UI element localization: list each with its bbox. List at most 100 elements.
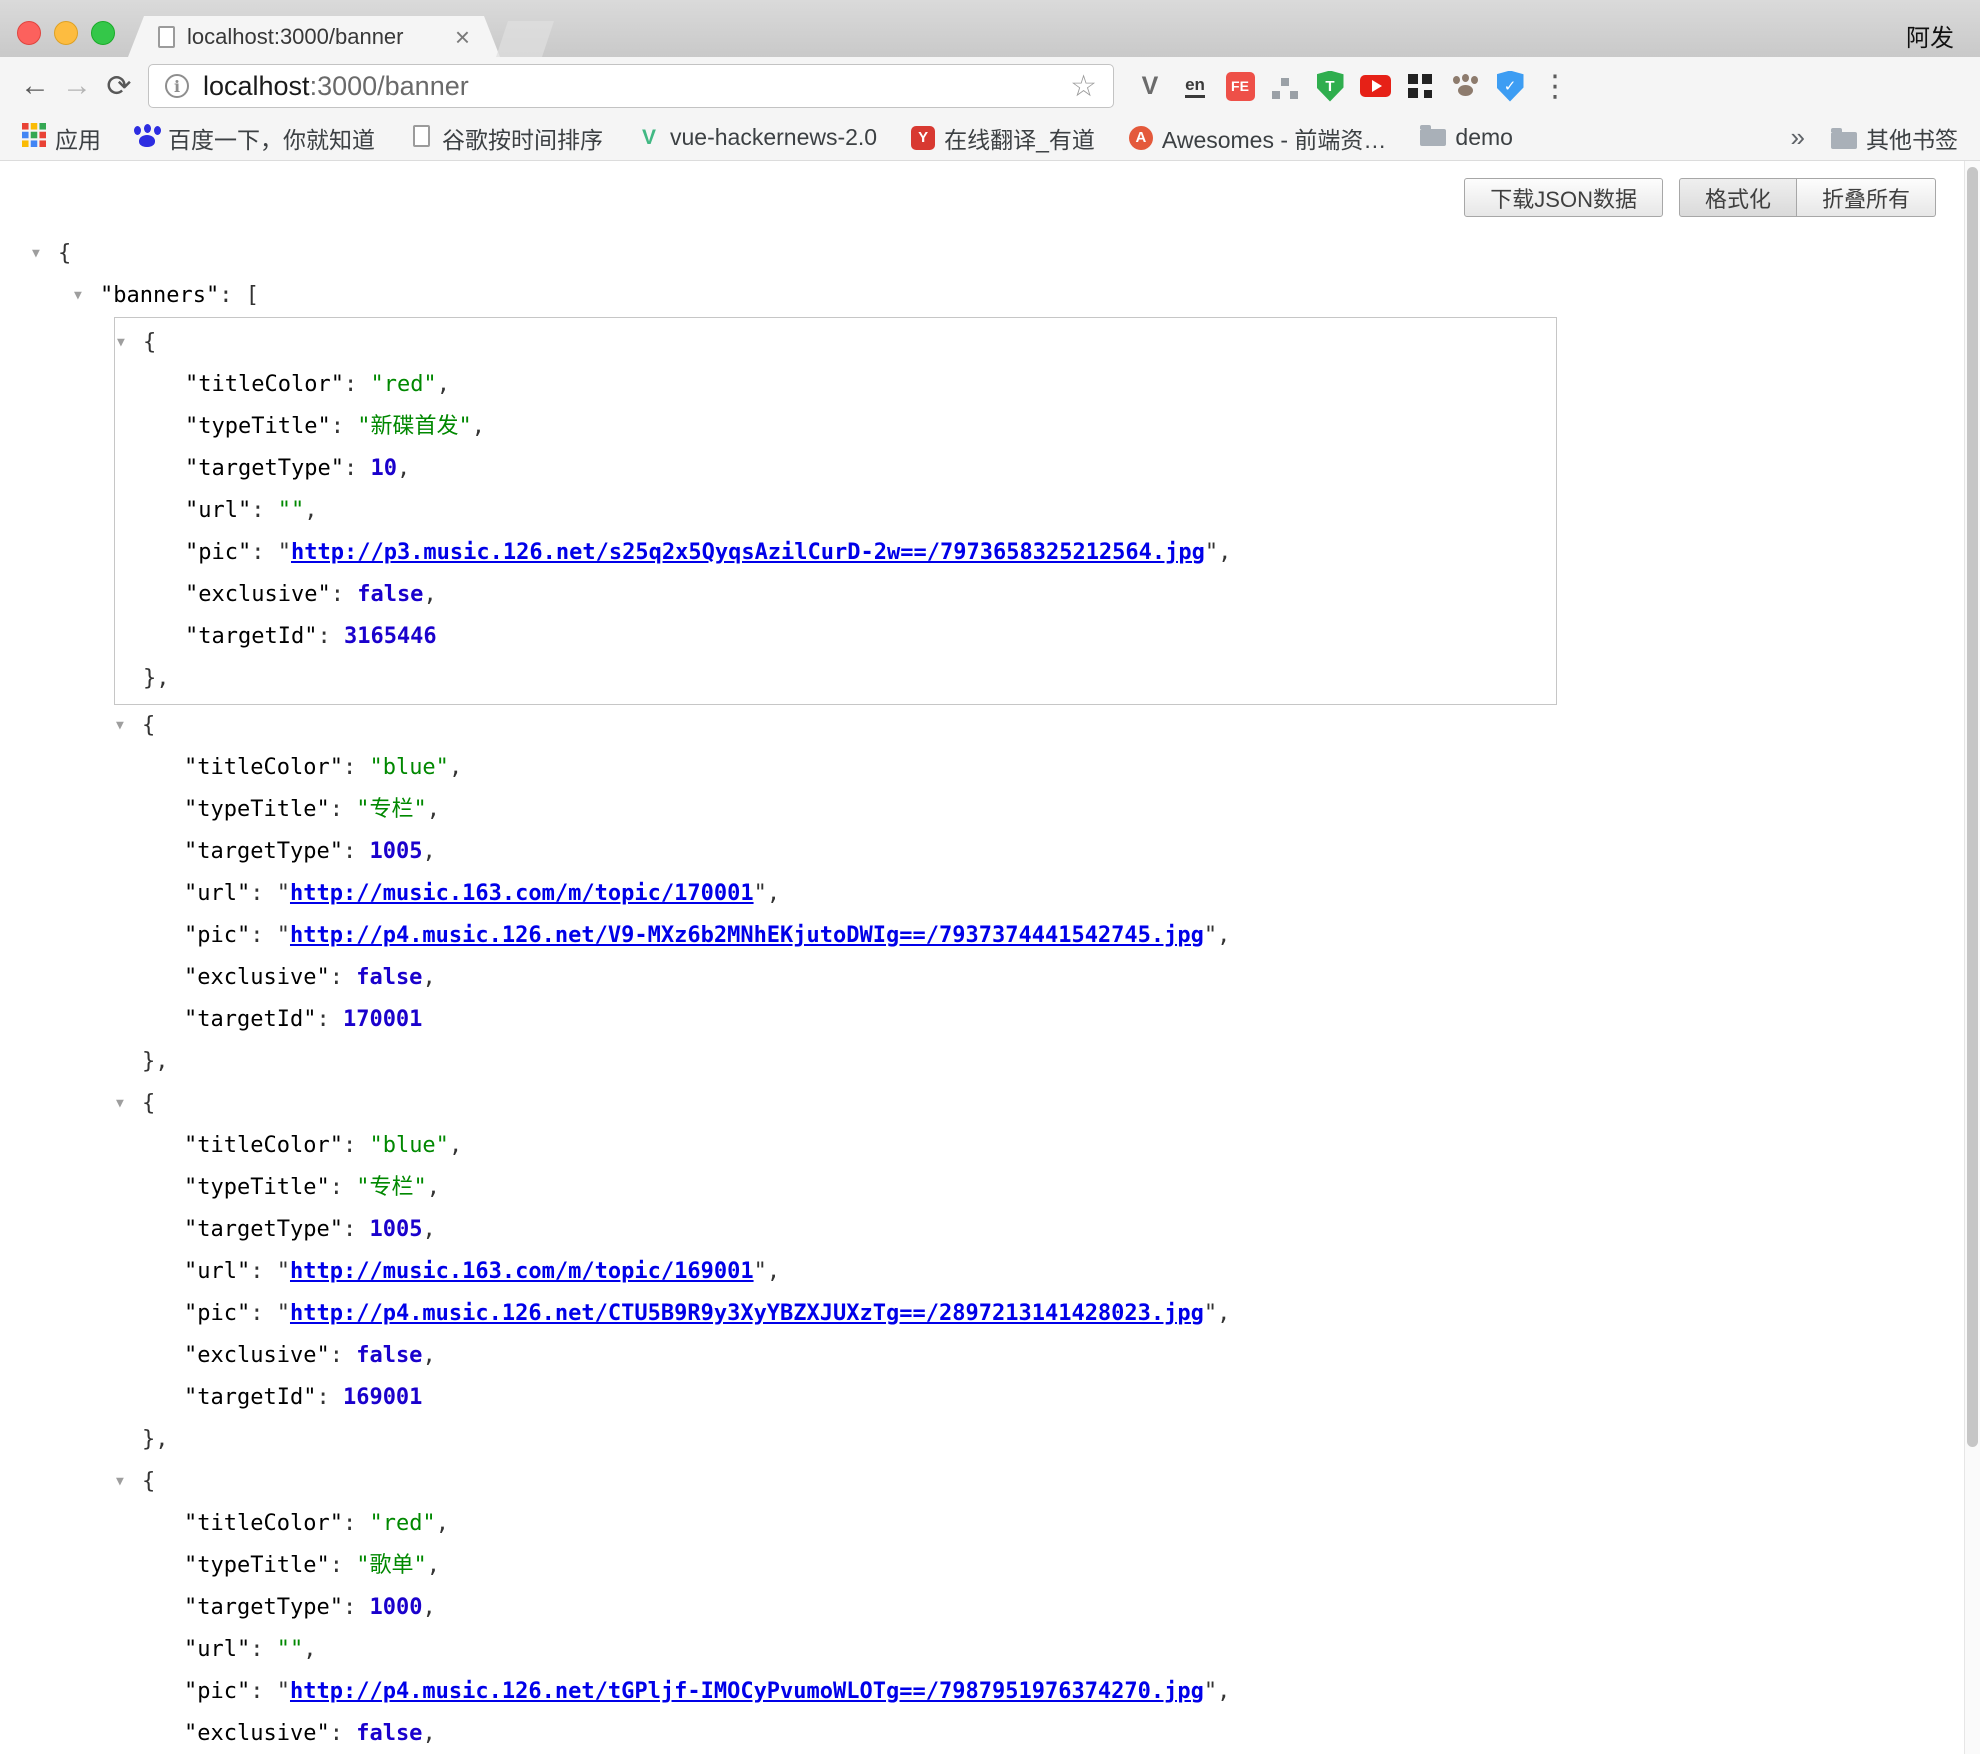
json-line: "targetId": 169001 (0, 1377, 1980, 1419)
fe-extension-icon[interactable]: FE (1222, 68, 1258, 104)
window-controls (17, 21, 115, 45)
collapse-toggle-icon[interactable]: ▼ (32, 233, 40, 275)
youtube-extension-icon[interactable] (1357, 68, 1393, 104)
other-bookmarks-folder[interactable]: 其他书签 (1831, 121, 1958, 155)
collapse-toggle-icon[interactable]: ▼ (117, 322, 125, 364)
json-line: "targetType": 1005, (0, 831, 1980, 873)
json-link[interactable]: http://music.163.com/m/topic/170001 (290, 881, 754, 906)
collapse-toggle-icon[interactable]: ▼ (116, 1083, 124, 1125)
bookmark-item[interactable]: 百度一下，你就知道 (135, 121, 375, 155)
json-line: "url": "", (115, 490, 1556, 532)
folder-icon (1831, 132, 1857, 149)
json-line: "typeTitle": "专栏", (0, 789, 1980, 831)
json-line: "titleColor": "blue", (0, 747, 1980, 789)
json-line: "targetType": 1005, (0, 1209, 1980, 1251)
fullscreen-window-button[interactable] (91, 21, 115, 45)
json-line: "targetId": 3165446 (115, 616, 1556, 658)
bookmark-star-icon[interactable]: ☆ (1070, 69, 1097, 104)
json-line: "url": "http://music.163.com/m/topic/170… (0, 873, 1980, 915)
shield-t-extension-icon[interactable]: T (1312, 68, 1348, 104)
json-link[interactable]: http://p4.music.126.net/CTU5B9R9y3XyYBZX… (290, 1301, 1204, 1326)
bookmark-item[interactable]: Y在线翻译_有道 (911, 121, 1095, 155)
json-line: ▼{ (0, 705, 1980, 747)
json-tree: ▼{▼"banners": [▼{"titleColor": "red","ty… (0, 233, 1980, 1754)
json-line: ▼{ (115, 322, 1556, 364)
json-line: ▼{ (0, 233, 1980, 275)
nav-bar: ← → ⟳ i localhost:3000/banner ☆ VenFET✓ … (0, 57, 1980, 115)
json-line: "typeTitle": "专栏", (0, 1167, 1980, 1209)
profile-name: 阿发 (1906, 18, 1954, 53)
vue-icon: V (637, 126, 661, 150)
json-line: "targetType": 1000, (0, 1587, 1980, 1629)
bookmark-item[interactable]: 谷歌按时间排序 (409, 121, 603, 155)
collapse-toggle-icon[interactable]: ▼ (116, 705, 124, 747)
forward-icon[interactable]: → (56, 69, 98, 103)
page-info-icon[interactable]: i (165, 74, 189, 98)
page-content: 下载JSON数据 格式化 折叠所有 ▼{▼"banners": [▼{"titl… (0, 161, 1980, 1753)
json-line: "targetId": 170001 (0, 999, 1980, 1041)
format-button-group: 格式化 折叠所有 (1679, 178, 1936, 217)
json-line: "exclusive": false, (0, 1713, 1980, 1754)
tab-title: localhost:3000/banner (187, 24, 443, 50)
json-line: "pic": "http://p4.music.126.net/CTU5B9R9… (0, 1293, 1980, 1335)
paw-extension-icon[interactable] (1447, 68, 1483, 104)
format-button[interactable]: 格式化 (1679, 178, 1797, 217)
json-line: ▼{ (0, 1461, 1980, 1503)
json-link[interactable]: http://p4.music.126.net/tGPljf-IMOCyPvum… (290, 1679, 1204, 1704)
title-bar: localhost:3000/banner × 阿发 (0, 0, 1980, 57)
json-line: "url": "http://music.163.com/m/topic/169… (0, 1251, 1980, 1293)
json-line: }, (0, 1041, 1980, 1083)
json-line: "pic": "http://p4.music.126.net/tGPljf-I… (0, 1671, 1980, 1713)
json-line: "titleColor": "red", (0, 1503, 1980, 1545)
page-icon (409, 124, 433, 152)
url-text[interactable]: localhost:3000/banner (203, 71, 1056, 102)
bookmarks-items: 应用百度一下，你就知道谷歌按时间排序 Vvue-hackernews-2.0 Y在线… (22, 121, 1513, 155)
json-link[interactable]: http://music.163.com/m/topic/169001 (290, 1259, 754, 1284)
highlighted-json-object: ▼{"titleColor": "red","typeTitle": "新碟首发… (114, 317, 1557, 705)
json-link[interactable]: http://p3.music.126.net/s25q2x5QyqsAzilC… (291, 540, 1205, 565)
bookmarks-overflow-icon[interactable]: » (1791, 122, 1805, 153)
baidu-icon (135, 124, 159, 152)
browser-window: localhost:3000/banner × 阿发 ← → ⟳ i local… (0, 0, 1980, 1754)
scrollbar[interactable] (1964, 161, 1980, 1754)
reload-icon[interactable]: ⟳ (98, 69, 140, 104)
bookmark-item[interactable]: demo (1420, 124, 1513, 151)
collapse-toggle-icon[interactable]: ▼ (74, 275, 82, 317)
youdao-icon: Y (911, 126, 935, 150)
json-line: "exclusive": false, (0, 957, 1980, 999)
bookmark-item[interactable]: 应用 (22, 121, 101, 155)
json-line: }, (0, 1419, 1980, 1461)
bookmark-item[interactable]: AAwesomes - 前端资… (1129, 121, 1387, 155)
json-line: "pic": "http://p4.music.126.net/V9-MXz6b… (0, 915, 1980, 957)
json-line: "pic": "http://p3.music.126.net/s25q2x5Q… (115, 532, 1556, 574)
back-icon[interactable]: ← (14, 69, 56, 103)
json-line: ▼{ (0, 1083, 1980, 1125)
json-line: ▼"banners": [ (0, 275, 1980, 317)
json-line: "exclusive": false, (0, 1335, 1980, 1377)
qrcode-extension-icon[interactable] (1402, 68, 1438, 104)
json-link[interactable]: http://p4.music.126.net/V9-MXz6b2MNhEKju… (290, 923, 1204, 948)
address-bar[interactable]: i localhost:3000/banner ☆ (148, 64, 1114, 108)
json-actions: 下载JSON数据 格式化 折叠所有 (0, 161, 1980, 217)
collapse-toggle-icon[interactable]: ▼ (116, 1461, 124, 1503)
bookmark-item[interactable]: Vvue-hackernews-2.0 (637, 124, 877, 151)
vimium-extension-icon[interactable]: V (1132, 68, 1168, 104)
new-tab-button[interactable] (496, 21, 554, 57)
extensions-row: VenFE T ✓ (1132, 68, 1528, 104)
json-line: }, (115, 658, 1556, 700)
tab-close-icon[interactable]: × (455, 24, 470, 50)
browser-tab[interactable]: localhost:3000/banner × (128, 16, 500, 57)
org-extension-icon[interactable] (1267, 68, 1303, 104)
browser-menu-icon[interactable]: ⋮ (1540, 69, 1570, 104)
download-json-button[interactable]: 下载JSON数据 (1464, 178, 1663, 217)
apps-grid-icon (22, 123, 46, 152)
translate-extension-icon[interactable]: en (1177, 68, 1213, 104)
collapse-all-button[interactable]: 折叠所有 (1797, 178, 1936, 217)
close-window-button[interactable] (17, 21, 41, 45)
minimize-window-button[interactable] (54, 21, 78, 45)
folder-icon (1420, 124, 1446, 151)
scrollbar-thumb[interactable] (1967, 167, 1978, 1447)
json-line: "typeTitle": "歌单", (0, 1545, 1980, 1587)
shield-check-extension-icon[interactable]: ✓ (1492, 68, 1528, 104)
page-favicon-icon (158, 26, 175, 48)
